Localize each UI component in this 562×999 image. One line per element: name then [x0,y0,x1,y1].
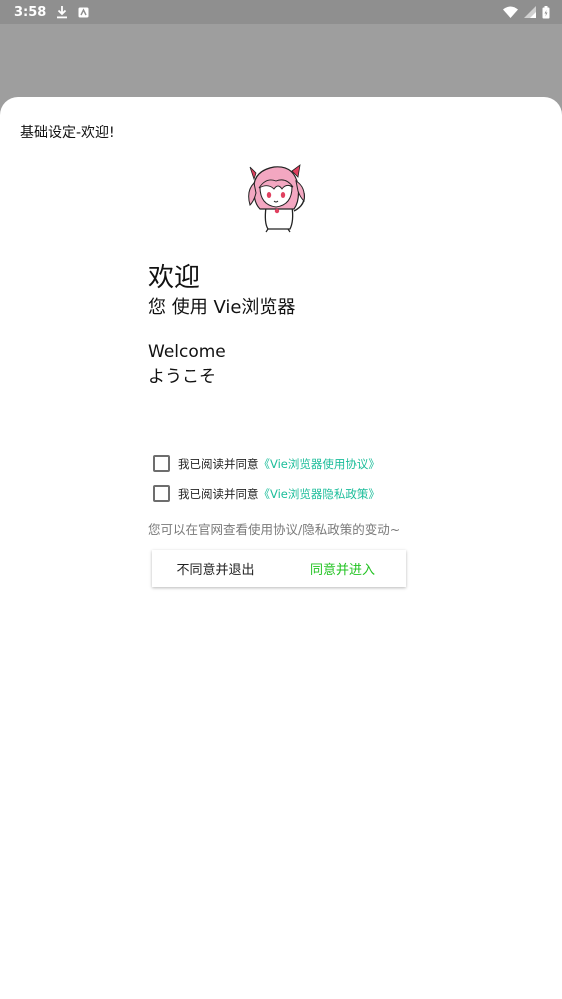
terms-agreement-row: 我已阅读并同意 《Vie浏览器使用协议》 [153,455,380,472]
privacy-link[interactable]: 《Vie浏览器隐私政策》 [259,486,380,502]
welcome-title: 欢迎 [148,263,201,293]
welcome-dialog: 基础设定-欢迎! 欢迎 您 使用 Vie浏览器 Welcome ようこそ 我已阅… [0,97,562,999]
welcome-japanese: ようこそ [148,367,216,387]
welcome-subtitle: 您 使用 Vie浏览器 [148,297,296,318]
action-button-bar: 不同意并退出 同意并进入 [152,550,406,587]
disagree-exit-button[interactable]: 不同意并退出 [152,550,279,587]
dialog-title: 基础设定-欢迎! [20,125,115,141]
terms-prefix: 我已阅读并同意 [178,456,259,471]
privacy-prefix: 我已阅读并同意 [178,486,259,501]
download-icon [56,5,68,19]
privacy-checkbox[interactable] [153,485,170,502]
battery-icon [542,5,550,19]
status-time: 3:58 [14,4,47,20]
policy-note: 您可以在官网查看使用协议/隐私政策的变动~ [148,522,401,537]
terms-checkbox[interactable] [153,455,170,472]
status-bar: 3:58 [0,0,562,24]
welcome-text-block: 欢迎 您 使用 Vie浏览器 Welcome ようこそ [148,262,295,390]
dimmed-background[interactable] [0,24,562,98]
privacy-agreement-row: 我已阅读并同意 《Vie浏览器隐私政策》 [153,485,380,502]
mascot-image [248,164,305,233]
terms-link[interactable]: 《Vie浏览器使用协议》 [259,456,380,472]
app-notification-icon [78,7,89,18]
signal-icon [524,6,536,18]
welcome-english: Welcome [148,342,226,362]
agree-enter-button[interactable]: 同意并进入 [279,550,406,587]
wifi-icon [503,6,518,18]
